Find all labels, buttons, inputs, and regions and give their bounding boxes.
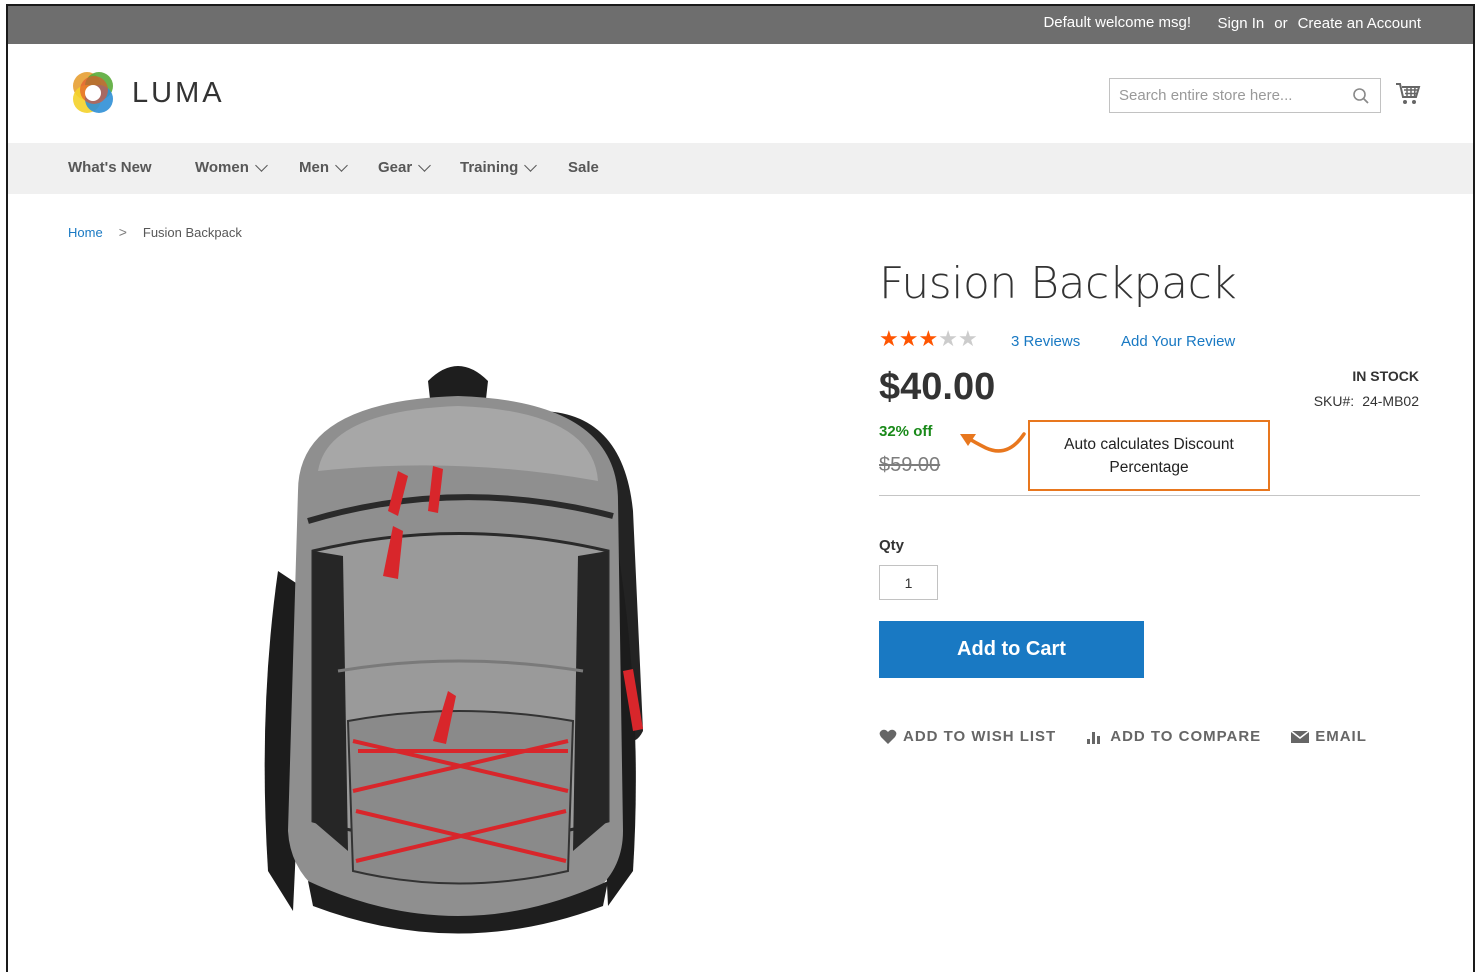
nav-item-label: Training xyxy=(460,159,519,176)
heart-icon xyxy=(879,729,897,744)
add-to-wishlist-link[interactable]: ADD TO WISH LIST xyxy=(879,728,1056,745)
compare-icon xyxy=(1087,731,1101,744)
or-text: or xyxy=(1274,15,1288,32)
product-image[interactable] xyxy=(238,351,678,946)
envelope-icon xyxy=(1291,729,1310,743)
rating-stars: ★ ★ ★ ★ ★ xyxy=(879,328,978,350)
star-icon: ★ xyxy=(938,326,958,351)
main-nav: What's New Women Men Gear Training Sale xyxy=(8,143,1473,194)
nav-item-label: Sale xyxy=(568,159,599,176)
create-account-link[interactable]: Create an Account xyxy=(1298,15,1421,32)
nav-item-label: Men xyxy=(299,159,329,176)
old-price: $59.00 xyxy=(879,454,941,476)
discount-callout: Auto calculates Discount Percentage xyxy=(1028,420,1270,491)
chevron-down-icon xyxy=(255,158,268,172)
star-icon: ★ xyxy=(898,326,919,351)
breadcrumb-separator: > xyxy=(118,224,127,240)
logo-text: LUMA xyxy=(132,76,225,109)
divider xyxy=(879,495,1420,496)
nav-item-label: Gear xyxy=(378,159,413,176)
email-label: EMAIL xyxy=(1315,728,1367,745)
nav-item-men[interactable]: Men xyxy=(299,158,348,176)
star-icon: ★ xyxy=(879,326,899,351)
nav-item-label: What's New xyxy=(68,159,152,176)
sign-in-link[interactable]: Sign In xyxy=(1218,15,1265,32)
product-actions: ADD TO WISH LIST ADD TO COMPARE EMAIL xyxy=(879,728,1367,745)
sku-value: 24-MB02 xyxy=(1362,393,1419,409)
breadcrumb-home-link[interactable]: Home xyxy=(68,225,103,240)
reviews-label: Reviews xyxy=(1023,333,1081,350)
nav-item-sale[interactable]: Sale xyxy=(568,159,599,176)
cart-icon[interactable] xyxy=(1395,82,1421,111)
top-bar: Default welcome msg! Sign In or Create a… xyxy=(8,6,1473,44)
qty-label: Qty xyxy=(879,537,905,554)
reviews-link[interactable]: 3 Reviews xyxy=(1011,333,1080,350)
nav-item-women[interactable]: Women xyxy=(195,158,268,176)
qty-input[interactable] xyxy=(879,565,938,600)
chevron-down-icon xyxy=(335,158,348,172)
curved-arrow-icon xyxy=(960,432,1026,453)
nav-item-whats-new[interactable]: What's New xyxy=(68,159,152,176)
page-frame: Default welcome msg! Sign In or Create a… xyxy=(6,4,1475,972)
luma-logo-icon xyxy=(73,72,113,113)
sku: SKU#: 24-MB02 xyxy=(1314,393,1419,409)
nav-item-training[interactable]: Training xyxy=(460,158,538,176)
search-icon[interactable] xyxy=(1352,87,1370,110)
add-review-link[interactable]: Add Your Review xyxy=(1121,333,1235,350)
welcome-message: Default welcome msg! xyxy=(1043,14,1191,31)
chevron-down-icon xyxy=(524,158,538,172)
star-icon: ★ xyxy=(918,326,939,351)
product-title: Fusion Backpack xyxy=(879,258,1237,309)
luma-logo[interactable]: LUMA xyxy=(68,68,225,118)
add-to-cart-button[interactable]: Add to Cart xyxy=(879,621,1144,678)
search-input[interactable] xyxy=(1110,79,1340,112)
breadcrumb-current: Fusion Backpack xyxy=(142,224,242,240)
product-price: $40.00 xyxy=(879,366,996,408)
breadcrumb: Home > Fusion Backpack xyxy=(68,224,242,240)
stock-status: IN STOCK xyxy=(1352,368,1419,384)
backpack-illustration xyxy=(264,366,643,934)
discount-badge: 32% off xyxy=(879,423,933,440)
compare-label: ADD TO COMPARE xyxy=(1110,728,1262,745)
search-box xyxy=(1109,78,1381,113)
chevron-down-icon xyxy=(418,158,432,172)
nav-item-gear[interactable]: Gear xyxy=(378,158,432,176)
reviews-count: 3 xyxy=(1011,333,1020,350)
add-to-compare-link[interactable]: ADD TO COMPARE xyxy=(1086,728,1261,745)
star-icon: ★ xyxy=(957,326,978,351)
wishlist-label: ADD TO WISH LIST xyxy=(903,728,1057,745)
email-link[interactable]: EMAIL xyxy=(1291,728,1367,745)
account-links: Sign In or Create an Account xyxy=(1218,15,1421,32)
nav-item-label: Women xyxy=(195,159,249,176)
sku-label: SKU#: xyxy=(1313,393,1355,409)
